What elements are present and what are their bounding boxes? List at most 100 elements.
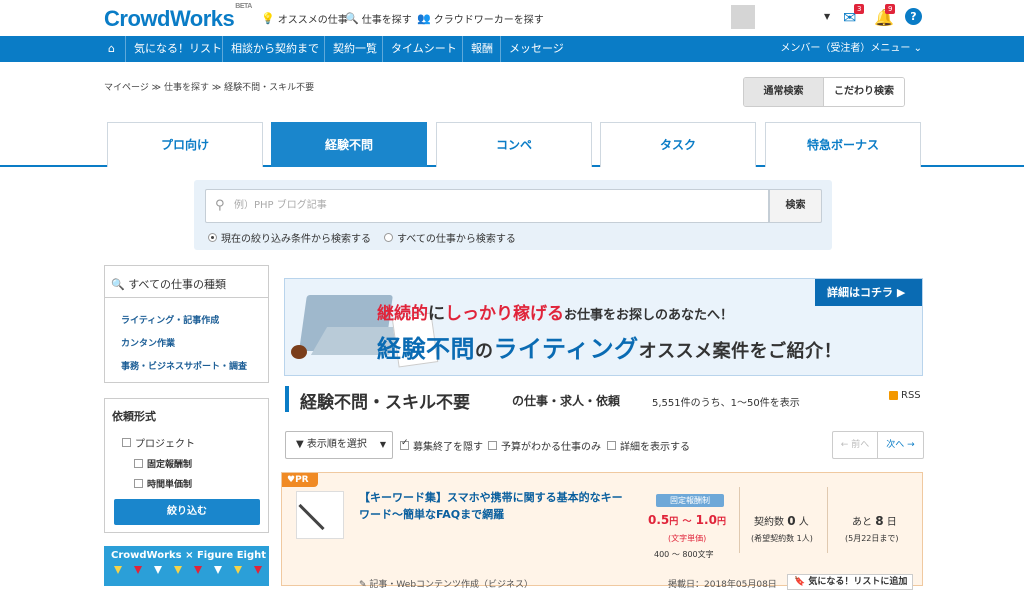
chevron-down-icon: ▼	[379, 440, 386, 449]
tab-competition[interactable]: コンペ	[436, 122, 592, 167]
banner-line1: 継続的にしっかり稼げるお仕事をお探しのあなたへ！	[377, 304, 734, 324]
checkbox-icon	[488, 441, 497, 450]
avatar[interactable]	[731, 5, 755, 29]
pen-icon	[298, 503, 325, 531]
tab-pro[interactable]: プロ向け	[107, 122, 263, 167]
nav-favorites[interactable]: 気になる！リスト	[125, 36, 230, 62]
request-type-filter: 依頼形式 プロジェクト 固定報酬制 時間単価制 絞り込む	[104, 398, 269, 533]
nav-payment[interactable]: 報酬	[462, 36, 501, 62]
search-button[interactable]: 検索	[769, 189, 822, 223]
category-easy[interactable]: カンタン作業	[121, 336, 175, 349]
rss-link[interactable]: RSS	[889, 390, 921, 401]
bulb-icon: 💡	[261, 12, 275, 25]
banner-line2: 経験不問のライティングオススメ案件をご紹介！	[377, 335, 843, 363]
filter-hide-closed[interactable]: 募集終了を隠す	[400, 438, 483, 453]
job-title[interactable]: 【キーワード集】スマホや携帯に関する基本的なキーワード～簡単なFAQまで網羅	[359, 489, 624, 523]
details-button[interactable]: 詳細はコチラ ▶	[815, 279, 922, 306]
bell-badge: 9	[885, 4, 896, 14]
result-count: 5,551件のうち、1～50件を表示	[652, 398, 800, 409]
header-link-recommended[interactable]: 💡 オススメの仕事	[261, 11, 348, 26]
nav-timesheet[interactable]: タイムシート	[382, 36, 465, 62]
search-icon: 🔍	[111, 278, 125, 291]
flag-decoration	[114, 566, 122, 574]
flag-decoration	[214, 566, 222, 574]
category-office[interactable]: 事務・ビジネスサポート・調査	[121, 359, 247, 372]
coffee-cup-illustration	[291, 345, 307, 359]
job-thumbnail[interactable]	[296, 491, 344, 539]
mail-badge: 3	[854, 4, 865, 14]
next-page-button[interactable]: 次へ →	[878, 432, 923, 458]
pagination: ← 前へ 次へ →	[832, 431, 924, 459]
filter-budget-known[interactable]: 予算がわかる仕事のみ	[488, 438, 601, 453]
search-mode-toggle: 通常検索 こだわり検索	[743, 77, 905, 107]
logo[interactable]: CrowdWorksBETA	[104, 3, 252, 32]
request-type-title: 依頼形式	[112, 410, 156, 423]
avatar-dropdown-icon[interactable]: ▼	[824, 12, 830, 21]
top-header: CrowdWorksBETA 💡 オススメの仕事 🔍 仕事を探す 👥 クラウドワーカー…	[0, 0, 1024, 36]
prev-page-button[interactable]: ← 前へ	[833, 432, 878, 458]
nav-contracts[interactable]: 契約一覧	[324, 36, 385, 62]
radio-icon	[384, 233, 393, 242]
header-link-find-workers[interactable]: 👥 クラウドワーカーを探す	[417, 11, 544, 26]
flag-decoration	[134, 566, 142, 574]
rss-icon	[889, 391, 898, 400]
job-card: ♥PR 【キーワード集】スマホや携帯に関する基本的なキーワード～簡単なFAQまで…	[281, 472, 923, 590]
add-favorite-button[interactable]: 🔖 気になる！リストに追加	[787, 574, 913, 590]
job-category[interactable]: ✎ 記事・Webコンテンツ作成（ビジネス）	[359, 577, 533, 590]
filter-show-details[interactable]: 詳細を表示する	[607, 438, 690, 453]
tab-bonus[interactable]: 特急ボーナス	[765, 122, 921, 167]
pencil-icon: ✎	[359, 580, 367, 590]
flag-decoration	[154, 566, 162, 574]
advanced-search-button[interactable]: こだわり検索	[824, 78, 904, 106]
breadcrumb[interactable]: マイページ ≫ 仕事を探す ≫ 経験不問・スキル不要	[104, 80, 314, 93]
chevron-down-icon: ⌄	[913, 43, 922, 54]
figure-eight-banner[interactable]: CrowdWorks × Figure Eight	[104, 546, 269, 586]
nav-consult[interactable]: 相談から契約まで	[222, 36, 327, 62]
heading-accent	[285, 386, 289, 412]
pr-badge: ♥PR	[282, 473, 318, 487]
radio-current-filter[interactable]: 現在の絞り込み条件から検索する	[208, 230, 371, 245]
home-icon[interactable]: ⌂	[100, 36, 123, 62]
search-icon: ⚲	[215, 198, 225, 213]
posted-date: 掲載日：2018年05月08日	[668, 580, 777, 590]
contract-count: 契約数 0 人	[754, 514, 809, 528]
radio-icon	[208, 233, 217, 242]
nav-messages[interactable]: メッセージ	[500, 36, 572, 62]
header-link-find-jobs[interactable]: 🔍 仕事を探す	[345, 11, 412, 26]
narrow-button[interactable]: 絞り込む	[114, 499, 260, 525]
days-left: あと 8 日	[852, 514, 897, 528]
normal-search-button[interactable]: 通常検索	[744, 78, 824, 106]
category-tabs: プロ向け 経験不問 コンペ タスク 特急ボーナス	[0, 122, 1024, 167]
divider	[739, 487, 740, 553]
checkbox-icon	[134, 459, 143, 468]
radio-all-jobs[interactable]: すべての仕事から検索する	[384, 230, 516, 245]
flag-decoration	[254, 566, 262, 574]
flag-decoration	[234, 566, 242, 574]
writing-promo-banner[interactable]: 詳細はコチラ ▶ 継続的にしっかり稼げるお仕事をお探しのあなたへ！ 経験不問のラ…	[284, 278, 923, 376]
heart-icon: ♥	[287, 475, 296, 485]
checkbox-hourly[interactable]: 時間単価制	[134, 477, 192, 490]
search-icon: 🔍	[345, 12, 359, 25]
search-input[interactable]: ⚲ 例）PHP ブログ記事	[205, 189, 769, 223]
category-sidebar: 🔍 すべての仕事の種類 ライティング・記事作成 カンタン作業 事務・ビジネスサポ…	[104, 265, 269, 383]
category-writing[interactable]: ライティング・記事作成	[121, 313, 219, 326]
categories-title[interactable]: 🔍 すべての仕事の種類	[105, 266, 268, 298]
flag-decoration	[194, 566, 202, 574]
help-icon[interactable]: ?	[905, 8, 922, 25]
sort-select[interactable]: ▼ 表示順を選択 ▼	[285, 431, 393, 459]
member-menu[interactable]: メンバー（受注者）メニュー ⌄	[780, 36, 922, 62]
checkbox-icon	[134, 479, 143, 488]
checkbox-project[interactable]: プロジェクト	[122, 435, 195, 450]
checkbox-icon	[607, 441, 616, 450]
flag-decoration	[174, 566, 182, 574]
checkbox-fixed[interactable]: 固定報酬制	[134, 457, 192, 470]
deadline: (5月22日まで)	[845, 534, 899, 543]
main-nav: ⌂ 気になる！リスト 相談から契約まで 契約一覧 タイムシート 報酬 メッセージ…	[0, 36, 1024, 62]
divider	[827, 487, 828, 553]
price-type: (文字単価)	[668, 534, 707, 543]
tab-no-experience[interactable]: 経験不問	[271, 122, 427, 167]
job-price: 0.5円 ～ 1.0円	[648, 513, 726, 527]
tab-task[interactable]: タスク	[600, 122, 756, 167]
checkbox-icon	[122, 438, 131, 447]
search-panel: ⚲ 例）PHP ブログ記事 検索 現在の絞り込み条件から検索する すべての仕事から…	[194, 180, 832, 250]
